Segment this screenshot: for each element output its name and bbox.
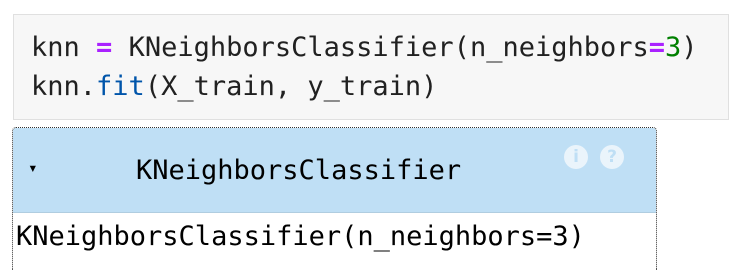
- object-ref: knn.: [31, 71, 97, 102]
- classifier-call: KNeighborsClassifier(n_neighbors: [128, 32, 649, 63]
- variable-knn: knn: [31, 32, 80, 63]
- documentation-icon[interactable]: ?: [600, 145, 624, 169]
- estimator-name[interactable]: KNeighborsClassifier: [136, 155, 461, 187]
- estimator-repr: KNeighborsClassifier(n_neighbors=3): [13, 212, 656, 270]
- estimator-display: ▾ KNeighborsClassifier i ? KNeighborsCla…: [12, 127, 657, 270]
- estimator-header[interactable]: ▾ KNeighborsClassifier i ?: [13, 128, 656, 212]
- fit-arguments: (X_train, y_train): [144, 71, 438, 102]
- info-icon[interactable]: i: [564, 145, 588, 169]
- estimator-repr-text: KNeighborsClassifier(n_neighbors=3): [16, 221, 585, 252]
- close-paren: ): [681, 32, 698, 63]
- code-line-2: knn.fit(X_train, y_train): [31, 71, 437, 103]
- keyword-operator: =: [648, 32, 666, 63]
- fit-method: fit: [96, 71, 145, 102]
- code-cell[interactable]: knn = KNeighborsClassifier(n_neighbors=3…: [13, 14, 729, 120]
- number-literal: 3: [665, 32, 682, 63]
- collapse-toggle-icon[interactable]: ▾: [28, 158, 38, 178]
- code-line-1: knn = KNeighborsClassifier(n_neighbors=3…: [31, 32, 698, 64]
- assign-operator: =: [96, 32, 113, 63]
